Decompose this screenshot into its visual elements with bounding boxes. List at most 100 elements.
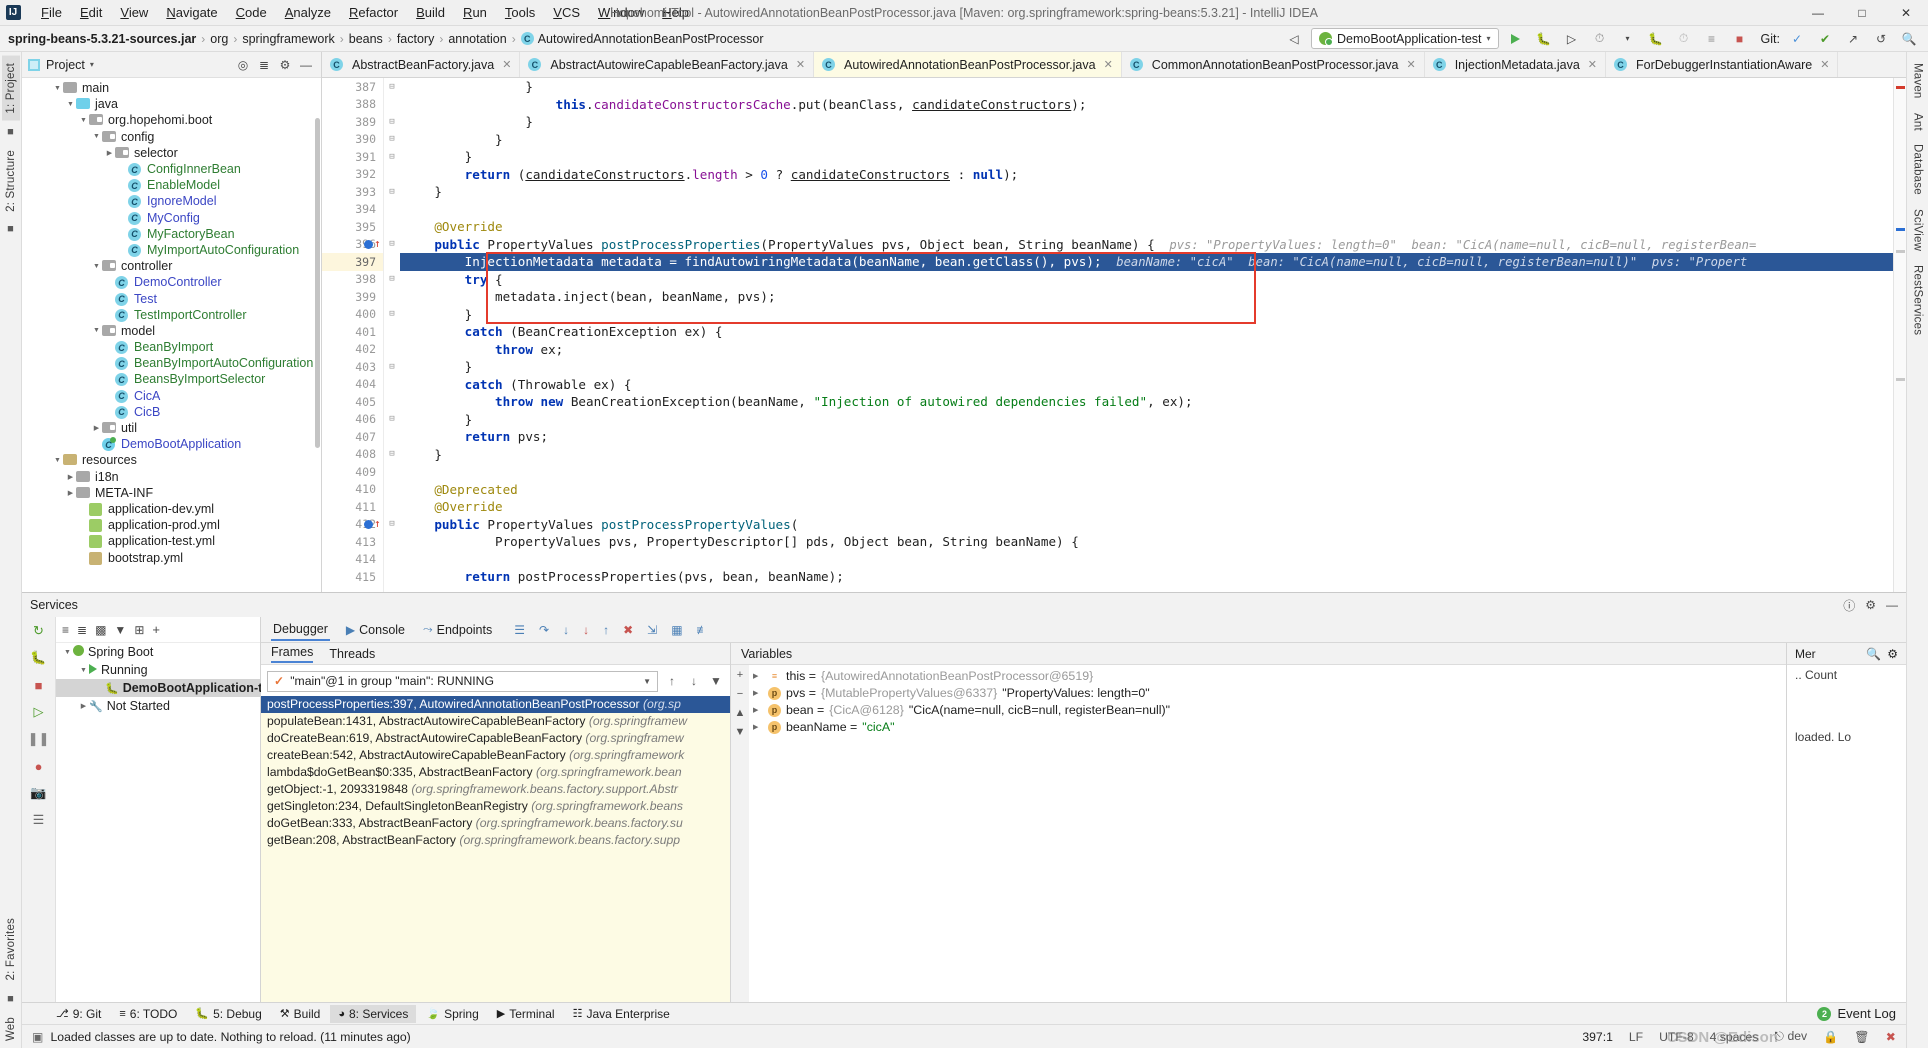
fold-marker[interactable] [384, 253, 400, 271]
resume-icon[interactable]: ▷ [29, 703, 49, 721]
bottom-tab-debug[interactable]: 🐛 5: Debug [187, 1005, 269, 1023]
tree-item-util[interactable]: ▶ util [22, 420, 321, 436]
line-number[interactable]: 406 [322, 411, 383, 429]
fold-marker[interactable] [384, 463, 400, 481]
breadcrumb-part-org[interactable]: org [210, 32, 228, 46]
fold-marker[interactable]: ⊟ [384, 446, 400, 464]
git-update-icon[interactable]: ✓ [1786, 28, 1808, 49]
chevron-down-icon[interactable]: ▼ [52, 457, 63, 464]
fold-marker[interactable]: ⊟ [384, 183, 400, 201]
chevron-down-icon[interactable]: ▼ [78, 117, 89, 124]
code-line[interactable]: catch (BeanCreationException ex) { [400, 323, 1893, 341]
service-item-not-started[interactable]: ▶ 🔧 Not Started [56, 697, 260, 715]
bottom-tab-todo[interactable]: ≡ 6: TODO [111, 1005, 185, 1023]
step-into-icon[interactable]: ↓ [563, 623, 569, 637]
code-line[interactable]: @Deprecated [400, 481, 1893, 499]
code-line[interactable]: } [400, 411, 1893, 429]
gear-icon[interactable]: ⚙ [1865, 598, 1876, 612]
line-number[interactable]: 408 [322, 446, 383, 464]
code-line[interactable]: } [400, 183, 1893, 201]
window-controls[interactable]: — □ ✕ [1796, 0, 1928, 26]
tree-item-testimportcontroller[interactable]: ▶C TestImportController [22, 307, 321, 323]
line-number[interactable]: 394 [322, 201, 383, 219]
close-icon[interactable]: ✕ [1588, 58, 1597, 71]
line-number[interactable]: 390 [322, 131, 383, 149]
memory-search-icon[interactable]: 🔍 [1866, 647, 1881, 661]
project-tree[interactable]: ▼ main ▼ java ▼ org.hopehomi.boot ▼ config ▶ sele… [22, 78, 321, 592]
tree-item-configinnerbean[interactable]: ▶C ConfigInnerBean [22, 161, 321, 177]
fold-marker[interactable]: ⊟ [384, 516, 400, 534]
tree-item-enablemodel[interactable]: ▶C EnableModel [22, 177, 321, 193]
code-line[interactable]: try { [400, 271, 1893, 289]
run-to-cursor-icon[interactable]: ⇲ [647, 623, 657, 637]
tree-item-main[interactable]: ▼ main [22, 80, 321, 96]
code-text[interactable]: } this.candidateConstructorsCache.put(be… [400, 78, 1893, 592]
service-item-spring-boot[interactable]: ▼ Spring Boot [56, 643, 260, 661]
hide-panel-icon[interactable]: — [297, 56, 315, 74]
breadcrumb-part-factory[interactable]: factory [397, 32, 435, 46]
fold-marker[interactable] [384, 166, 400, 184]
editor-tab-abstractbeanfactory[interactable]: C AbstractBeanFactory.java ✕ [322, 52, 521, 77]
line-number[interactable]: 395 [322, 218, 383, 236]
breakpoint-icon[interactable] [364, 519, 373, 529]
menu-item-tools[interactable]: Tools [496, 2, 544, 23]
service-item-demobootapplication-test[interactable]: 🐛 DemoBootApplication-test [56, 679, 280, 697]
fold-marker[interactable] [384, 341, 400, 359]
editor-marker-strip[interactable] [1893, 78, 1906, 592]
breadcrumb-jar[interactable]: spring-beans-5.3.21-sources.jar [8, 32, 196, 46]
settings-icon[interactable]: ≢ [697, 623, 709, 637]
tree-item-bootstrap-yml[interactable]: ▶ bootstrap.yml [22, 549, 321, 565]
tree-item-beanbyimport[interactable]: ▶C BeanByImport [22, 339, 321, 355]
help-icon[interactable]: ⓘ [1843, 597, 1855, 614]
code-line[interactable]: } [400, 306, 1893, 324]
tree-item-application-dev-yml[interactable]: ▶ application-dev.yml [22, 501, 321, 517]
expand-all-icon[interactable]: ≡ [62, 623, 69, 637]
remove-watch-icon[interactable]: − [737, 688, 743, 700]
close-icon[interactable]: ✕ [1406, 58, 1415, 71]
editor-tab-fordebuggerinstantiationaware[interactable]: C ForDebuggerInstantiationAware ✕ [1606, 52, 1839, 77]
stop-button[interactable]: ■ [1729, 28, 1751, 49]
fold-marker[interactable] [384, 323, 400, 341]
debugger-tab-bar[interactable]: Debugger ▶ Console ⤳ Endpoints ☰ ↷ ↓ ↓ ↑ ✖ ⇲… [261, 617, 1906, 643]
close-icon[interactable]: ✕ [1820, 58, 1829, 71]
services-tree[interactable]: ≡ ≣ ▩ ▼ ⊞ + ▼ Spring Boot ▼ Running 🐛 DemoBoo… [56, 617, 280, 1002]
git-history-icon[interactable]: ↺ [1870, 28, 1892, 49]
code-line[interactable]: } [400, 148, 1893, 166]
line-number[interactable]: 413 [322, 533, 383, 551]
services-action-rail[interactable]: ↻ 🐛 ■ ▷ ❚❚ ● 📷 ☰ [22, 617, 56, 1002]
project-scrollbar[interactable] [314, 78, 321, 592]
step-over-icon[interactable]: ↷ [539, 623, 549, 637]
chevron-down-icon[interactable]: ▼ [78, 667, 89, 674]
variable-row[interactable]: ▶ p beanName = "cicA" [749, 719, 1786, 736]
line-number[interactable]: 415 [322, 568, 383, 586]
code-line[interactable]: } [400, 446, 1893, 464]
fold-marker[interactable] [384, 201, 400, 219]
coverage-icon[interactable]: ⏱ [1673, 28, 1695, 49]
caret-position[interactable]: 397:1 [1582, 1030, 1613, 1044]
chevron-down-icon[interactable]: ▼ [65, 101, 76, 108]
breadcrumb-part-beans[interactable]: beans [349, 32, 383, 46]
thread-selector-row[interactable]: ✓ "main"@1 in group "main": RUNNING ▼ ↑ … [267, 669, 724, 693]
chevron-down-icon[interactable]: ▾ [90, 60, 94, 69]
close-button[interactable]: ✕ [1884, 0, 1928, 26]
bottom-tab-javaee[interactable]: ☷ Java Enterprise [565, 1005, 678, 1023]
tree-item-controller[interactable]: ▼ controller [22, 258, 321, 274]
menu-item-file[interactable]: File [32, 2, 71, 23]
tree-item-cica[interactable]: ▶C CicA [22, 388, 321, 404]
frame-row[interactable]: postProcessProperties:397, AutowiredAnno… [261, 696, 730, 713]
menu-item-refactor[interactable]: Refactor [340, 2, 407, 23]
service-item-running[interactable]: ▼ Running [56, 661, 260, 679]
tree-item-meta-inf[interactable]: ▶ META-INF [22, 485, 321, 501]
chevron-down-icon[interactable]: ▾ [1487, 34, 1491, 43]
layout-icon[interactable]: ☰ [29, 811, 49, 829]
tree-item-java[interactable]: ▼ java [22, 96, 321, 112]
line-number[interactable]: 404 [322, 376, 383, 394]
add-tab-icon[interactable]: ⊞ [134, 623, 144, 637]
fold-marker[interactable] [384, 533, 400, 551]
breadcrumb[interactable]: spring-beans-5.3.21-sources.jar › org › spri… [8, 32, 764, 46]
code-line[interactable] [400, 551, 1893, 569]
sidebar-item-maven[interactable]: Maven [1909, 56, 1927, 106]
close-icon[interactable]: ✕ [796, 58, 805, 71]
code-line[interactable]: PropertyValues pvs, PropertyDescriptor[]… [400, 533, 1893, 551]
bottom-tab-services[interactable]: ◕ 8: Services [330, 1004, 417, 1023]
